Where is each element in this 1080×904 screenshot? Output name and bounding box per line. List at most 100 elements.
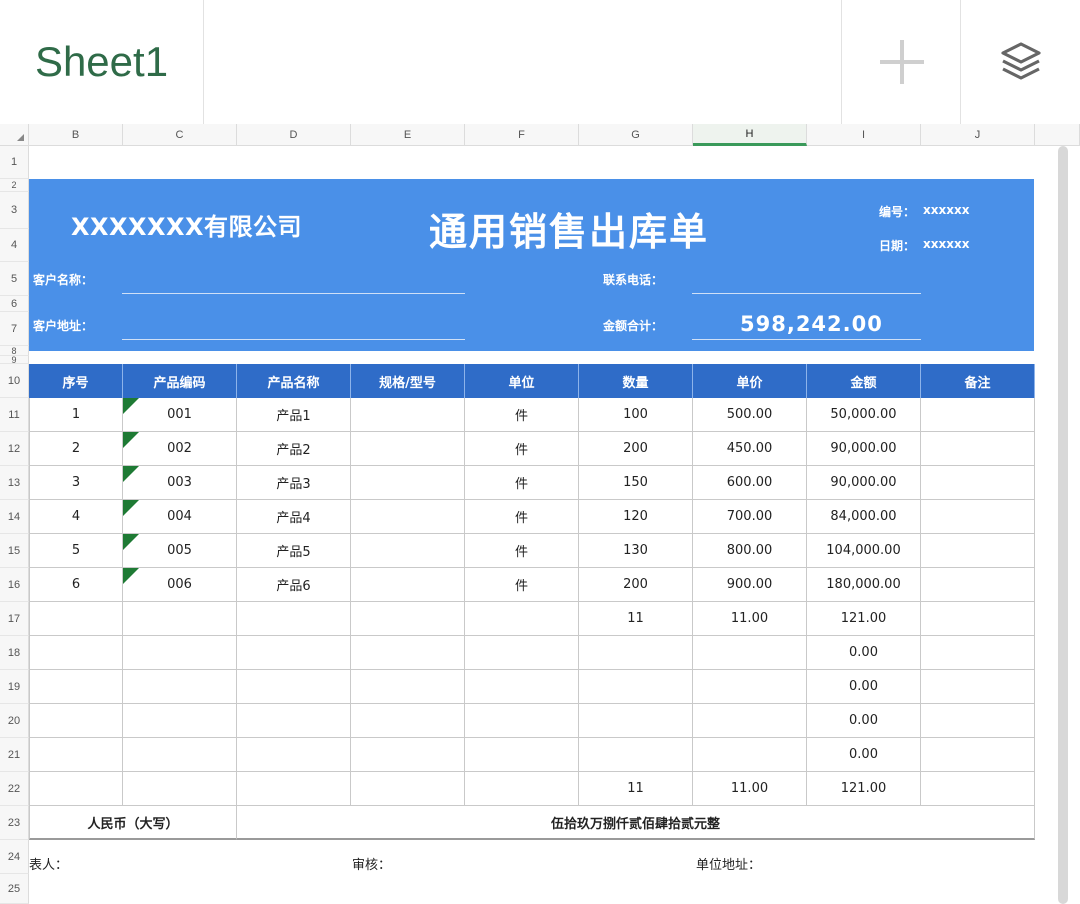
table-cell[interactable]	[465, 602, 579, 636]
table-cell[interactable]	[465, 636, 579, 670]
row-header-20[interactable]: 20	[0, 704, 29, 738]
row-header-25[interactable]: 25	[0, 874, 29, 904]
table-cell[interactable]: 11	[579, 772, 693, 806]
column-header-f[interactable]: F	[465, 124, 579, 146]
table-cell[interactable]	[29, 704, 123, 738]
number-value[interactable]: xxxxxx	[923, 203, 969, 217]
table-cell[interactable]: 6	[29, 568, 123, 602]
table-cell[interactable]: 0.00	[807, 670, 921, 704]
table-cell[interactable]	[465, 772, 579, 806]
table-cell[interactable]	[921, 568, 1035, 602]
table-cell[interactable]	[123, 738, 237, 772]
table-cell[interactable]: 180,000.00	[807, 568, 921, 602]
table-cell[interactable]	[921, 704, 1035, 738]
total-amount[interactable]: 598,242.00	[740, 312, 883, 336]
table-cell[interactable]: 100	[579, 398, 693, 432]
table-cell[interactable]	[351, 738, 465, 772]
table-cell[interactable]: 件	[465, 466, 579, 500]
table-cell[interactable]	[921, 636, 1035, 670]
table-cell[interactable]: 130	[579, 534, 693, 568]
table-header-cell[interactable]: 序号	[29, 364, 123, 398]
row-header-22[interactable]: 22	[0, 772, 29, 806]
rmb-amount-in-words[interactable]: 伍拾玖万捌仟贰佰肆拾贰元整	[237, 806, 1035, 840]
sheet-layers-button[interactable]	[960, 0, 1080, 124]
table-cell[interactable]: 11.00	[693, 772, 807, 806]
table-cell[interactable]	[237, 772, 351, 806]
table-cell[interactable]: 001	[123, 398, 237, 432]
table-cell[interactable]	[921, 500, 1035, 534]
table-cell[interactable]: 5	[29, 534, 123, 568]
row-header-19[interactable]: 19	[0, 670, 29, 704]
table-cell[interactable]	[921, 670, 1035, 704]
column-header-d[interactable]: D	[237, 124, 351, 146]
table-cell[interactable]: 件	[465, 500, 579, 534]
select-all-corner[interactable]	[0, 124, 29, 146]
table-cell[interactable]	[237, 738, 351, 772]
table-cell[interactable]	[465, 670, 579, 704]
table-cell[interactable]: 4	[29, 500, 123, 534]
table-header-cell[interactable]: 产品名称	[237, 364, 351, 398]
table-cell[interactable]: 600.00	[693, 466, 807, 500]
table-cell[interactable]	[237, 636, 351, 670]
table-cell[interactable]: 700.00	[693, 500, 807, 534]
table-cell[interactable]	[351, 704, 465, 738]
row-header-6[interactable]: 6	[0, 296, 29, 312]
table-cell[interactable]: 120	[579, 500, 693, 534]
table-cell[interactable]	[921, 534, 1035, 568]
table-cell[interactable]	[693, 670, 807, 704]
table-cell[interactable]: 0.00	[807, 738, 921, 772]
table-cell[interactable]	[351, 772, 465, 806]
table-header-cell[interactable]: 备注	[921, 364, 1035, 398]
table-cell[interactable]	[123, 602, 237, 636]
table-cell[interactable]	[921, 602, 1035, 636]
table-cell[interactable]: 121.00	[807, 602, 921, 636]
table-cell[interactable]	[351, 670, 465, 704]
add-sheet-button[interactable]	[841, 0, 961, 124]
table-cell[interactable]	[693, 738, 807, 772]
column-header-i[interactable]: I	[807, 124, 921, 146]
table-cell[interactable]: 800.00	[693, 534, 807, 568]
row-header-23[interactable]: 23	[0, 806, 29, 840]
table-cell[interactable]: 0.00	[807, 704, 921, 738]
table-cell[interactable]	[351, 500, 465, 534]
table-cell[interactable]: 200	[579, 568, 693, 602]
table-cell[interactable]: 产品5	[237, 534, 351, 568]
table-cell[interactable]: 产品4	[237, 500, 351, 534]
table-cell[interactable]	[29, 636, 123, 670]
table-cell[interactable]: 产品6	[237, 568, 351, 602]
column-header-j[interactable]: J	[921, 124, 1035, 146]
table-cell[interactable]: 11	[579, 602, 693, 636]
table-cell[interactable]: 2	[29, 432, 123, 466]
table-cell[interactable]	[693, 636, 807, 670]
table-cell[interactable]	[123, 772, 237, 806]
table-cell[interactable]: 件	[465, 568, 579, 602]
table-cell[interactable]	[921, 398, 1035, 432]
table-cell[interactable]: 11.00	[693, 602, 807, 636]
table-cell[interactable]: 002	[123, 432, 237, 466]
row-header-4[interactable]: 4	[0, 229, 29, 262]
row-header-9[interactable]: 9	[0, 355, 29, 365]
table-cell[interactable]: 90,000.00	[807, 432, 921, 466]
table-cell[interactable]: 产品1	[237, 398, 351, 432]
table-cell[interactable]: 006	[123, 568, 237, 602]
row-header-1[interactable]: 1	[0, 146, 29, 179]
table-header-cell[interactable]: 单价	[693, 364, 807, 398]
table-cell[interactable]	[351, 466, 465, 500]
row-header-5[interactable]: 5	[0, 262, 29, 296]
table-cell[interactable]: 产品3	[237, 466, 351, 500]
row-header-12[interactable]: 12	[0, 432, 29, 466]
table-cell[interactable]	[29, 772, 123, 806]
sheet-tab[interactable]: Sheet1	[0, 0, 204, 124]
table-header-cell[interactable]: 数量	[579, 364, 693, 398]
table-cell[interactable]: 50,000.00	[807, 398, 921, 432]
table-cell[interactable]	[921, 432, 1035, 466]
date-value[interactable]: xxxxxx	[923, 237, 969, 251]
table-cell[interactable]	[29, 738, 123, 772]
column-header-overflow[interactable]	[1035, 124, 1080, 146]
table-cell[interactable]	[921, 738, 1035, 772]
table-cell[interactable]	[123, 670, 237, 704]
row-header-11[interactable]: 11	[0, 398, 29, 432]
table-cell[interactable]	[29, 670, 123, 704]
table-cell[interactable]	[579, 738, 693, 772]
table-cell[interactable]	[351, 432, 465, 466]
